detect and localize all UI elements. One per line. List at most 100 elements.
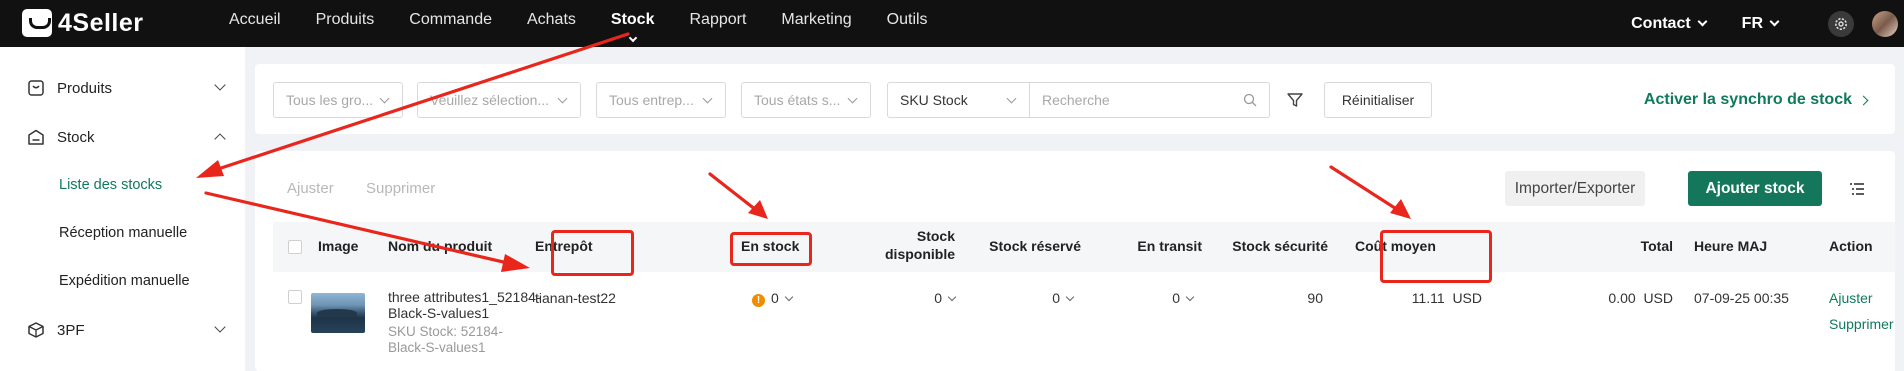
col-available-line2: disponible [885,246,955,262]
col-safety-stock: Stock sécurité [1232,238,1328,254]
select-value: Tous états s... [754,92,841,108]
nav-stock[interactable]: Stock [594,0,673,47]
total-value: 0.00 USD [1573,290,1673,306]
delete-button[interactable]: Supprimer [366,180,435,197]
row-checkbox[interactable] [288,290,302,304]
main-nav: Accueil Produits Commande Achats Stock R… [212,0,946,47]
contact-menu[interactable]: Contact [1631,14,1708,33]
warehouse-icon [28,129,44,145]
col-updated-time: Heure MAJ [1694,238,1768,254]
logo-bag-icon [22,9,52,37]
app-logo[interactable]: 4Seller [22,7,144,39]
select-value: Tous les gro... [286,92,374,108]
in-transit-dropdown[interactable]: 0 [1113,290,1195,306]
add-stock-button[interactable]: Ajouter stock [1688,171,1822,206]
avg-cost-currency: USD [1452,290,1482,306]
product-group-select[interactable]: Tous les gro... [273,82,403,118]
nav-produits[interactable]: Produits [299,0,393,47]
select-all-checkbox[interactable] [288,240,302,254]
total-amount: 0.00 [1608,290,1636,306]
available-dropdown[interactable]: 0 [873,290,957,306]
stock-state-select[interactable]: Tous états s... [741,82,871,118]
language-menu[interactable]: FR [1741,14,1780,33]
row-delete-link[interactable]: Supprimer [1829,316,1894,332]
header-right: Contact FR [1631,0,1904,47]
criteria-select[interactable]: Veuillez sélection... [417,82,581,118]
chevron-down-icon [1006,93,1017,104]
select-value: Tous entrep... [609,92,694,108]
average-cost-value: 11.11 USD [1373,290,1482,306]
chevron-up-icon [214,133,226,145]
sidebar-group-produits[interactable]: Produits [0,68,245,108]
select-value: SKU Stock [900,92,968,108]
sidebar-item-reception-manuelle[interactable]: Réception manuelle [59,225,187,241]
chevron-down-icon [557,93,568,104]
gear-icon [1835,17,1847,30]
reserved-value: 0 [1052,290,1060,306]
avatar[interactable] [1872,10,1898,37]
sku-line1: SKU Stock: 52184- [388,324,503,339]
sidebar-group-3pf[interactable]: 3PF [0,310,245,350]
select-value: Veuillez sélection... [430,92,550,108]
top-navigation-bar: 4Seller Accueil Produits Commande Achats… [0,0,1904,47]
chevron-down-icon [1769,16,1780,27]
product-name[interactable]: three attributes1_52184- Black-S-values1 [388,289,541,321]
table-header: Image Nom du produit Entrepôt En stock S… [273,222,1895,272]
import-export-button[interactable]: Importer/Exporter [1505,171,1645,206]
language-label: FR [1741,14,1763,32]
chevron-down-icon [847,93,858,104]
nav-outils[interactable]: Outils [870,0,946,47]
chevron-down-icon [784,292,794,302]
chevron-down-icon [628,33,638,43]
warehouse-select[interactable]: Tous entrep... [596,82,726,118]
chevron-down-icon [1697,16,1708,27]
contact-label: Contact [1631,14,1691,32]
nav-accueil[interactable]: Accueil [212,0,299,47]
annotation-box-in-stock [730,232,812,266]
nav-achats[interactable]: Achats [510,0,594,47]
updated-time-value: 07-09-25 00:35 [1694,290,1789,306]
in-stock-dropdown[interactable]: ! 0 [752,290,794,307]
search-input[interactable]: Recherche [1030,82,1270,118]
warning-icon: ! [752,294,765,307]
col-image: Image [318,238,359,254]
nav-marketing[interactable]: Marketing [764,0,869,47]
sku-line2: Black-S-values1 [388,340,486,355]
col-action: Action [1829,238,1873,254]
product-box-icon [28,80,44,96]
stock-table-card: Ajuster Supprimer Importer/Exporter Ajou… [255,151,1895,371]
filter-funnel-icon[interactable] [1286,91,1304,109]
avg-cost-amount: 11.11 [1411,290,1445,306]
settings-button[interactable] [1828,10,1854,37]
nav-stock-label: Stock [610,11,655,28]
reserved-dropdown[interactable]: 0 [993,290,1075,306]
adjust-button[interactable]: Ajuster [287,180,334,197]
available-value: 0 [934,290,942,306]
table-row[interactable]: three attributes1_52184- Black-S-values1… [273,272,1895,371]
in-transit-value: 0 [1172,290,1180,306]
search-icon[interactable] [1243,93,1257,107]
product-name-line2: Black-S-values1 [388,305,490,321]
sidebar-item-expedition-manuelle[interactable]: Expédition manuelle [59,273,190,289]
sidebar-group-label: Produits [57,79,113,97]
chevron-down-icon [379,93,390,104]
safety-stock-value: 90 [1307,290,1323,306]
sidebar-item-liste-des-stocks[interactable]: Liste des stocks [59,177,162,193]
nav-commande[interactable]: Commande [392,0,510,47]
search-field-select[interactable]: SKU Stock [887,82,1030,118]
reset-button[interactable]: Réinitialiser [1324,82,1432,118]
filter-bar: Tous les gro... Veuillez sélection... To… [255,64,1895,134]
product-name-line1: three attributes1_52184- [388,289,541,305]
warehouse-value: tianan-test22 [535,290,616,306]
annotation-box-warehouse [551,230,634,276]
row-adjust-link[interactable]: Ajuster [1829,290,1873,306]
package-icon [28,322,44,338]
sku-stock-text: SKU Stock: 52184- Black-S-values1 [388,324,503,356]
activate-stock-sync-link[interactable]: Activer la synchro de stock [1644,91,1869,109]
nav-rapport[interactable]: Rapport [672,0,764,47]
col-available-line1: Stock [916,228,955,244]
sidebar: Produits Stock Liste des stocks Réceptio… [0,47,245,371]
column-settings-icon[interactable] [1849,182,1865,196]
chevron-down-icon [1185,292,1195,302]
sidebar-group-stock[interactable]: Stock [0,117,245,157]
